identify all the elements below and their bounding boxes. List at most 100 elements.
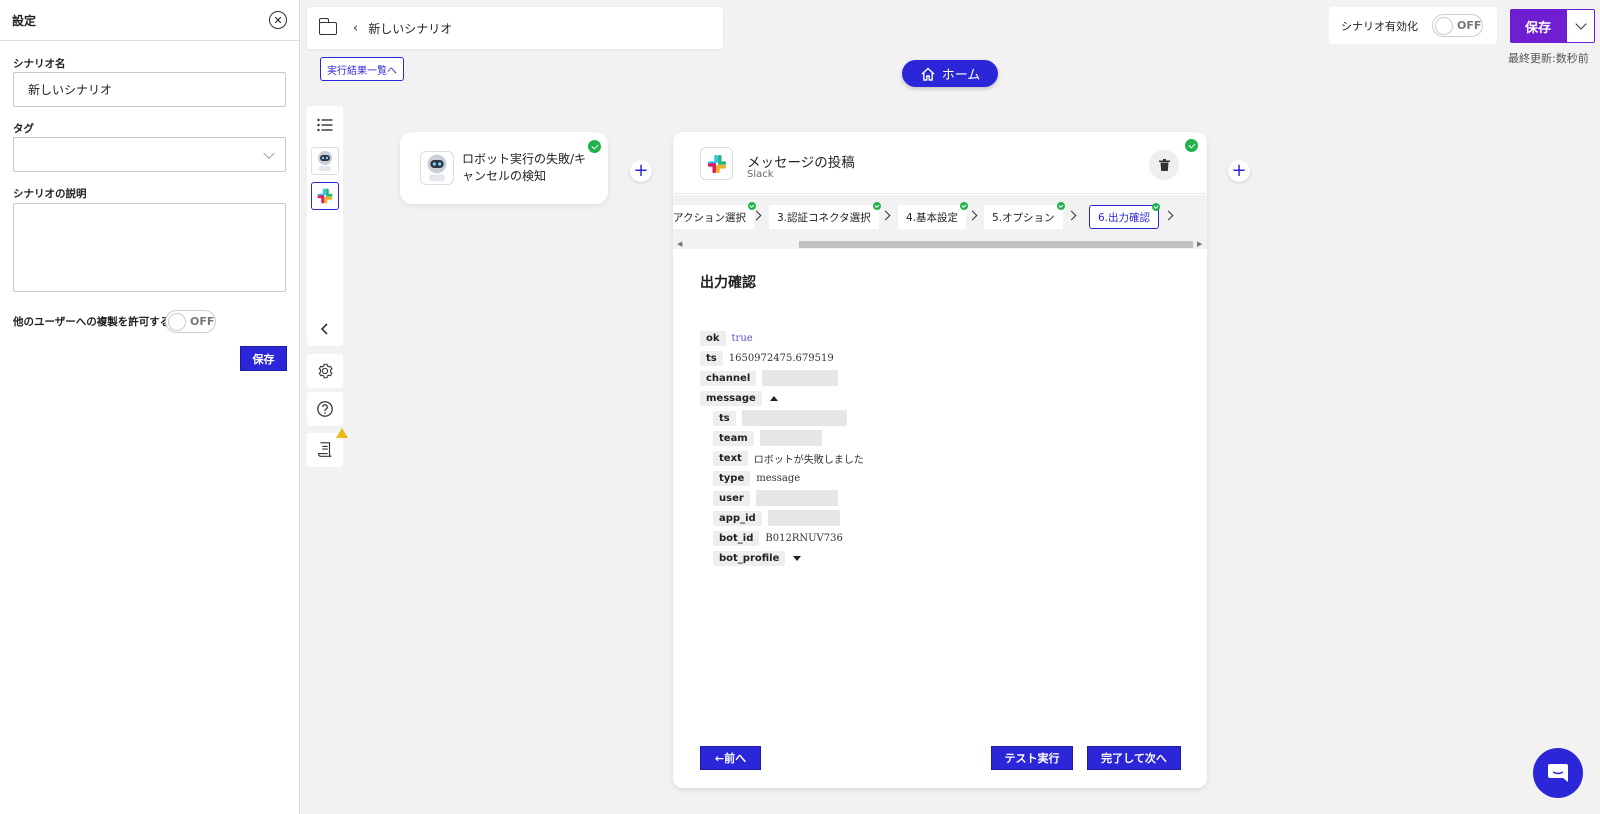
step-label: 4.基本設定 bbox=[906, 211, 959, 224]
chevron-right-icon bbox=[967, 210, 978, 221]
output-title: 出力確認 bbox=[700, 275, 756, 291]
output-key: text bbox=[713, 450, 748, 466]
chevron-down-icon bbox=[263, 147, 275, 159]
output-value: 1650972475.679519 bbox=[728, 352, 834, 364]
step-label: 5.オプション bbox=[992, 211, 1055, 224]
robot-icon-box bbox=[420, 151, 454, 185]
chevron-left-icon bbox=[320, 323, 328, 335]
scenario-enable-toggle[interactable]: OFF bbox=[1432, 14, 1483, 37]
log-button[interactable] bbox=[307, 433, 343, 467]
chat-icon bbox=[1548, 764, 1568, 782]
scenario-enable-state: OFF bbox=[1457, 19, 1482, 32]
folder-icon[interactable] bbox=[318, 17, 337, 35]
robot-icon bbox=[427, 154, 447, 182]
scrollbar-thumb[interactable] bbox=[799, 241, 1193, 248]
chevron-left-icon[interactable]: ‹ bbox=[353, 21, 358, 36]
help-icon bbox=[317, 401, 333, 417]
allow-copy-label: 他のユーザーへの複製を許可する bbox=[13, 316, 171, 328]
redacted-value bbox=[759, 430, 822, 446]
add-node-button[interactable]: + bbox=[630, 160, 652, 182]
redacted-value bbox=[741, 410, 847, 426]
step-basic-settings[interactable]: 4.基本設定 bbox=[898, 202, 969, 229]
redacted-value bbox=[762, 370, 839, 386]
scenario-breadcrumb-bar: ‹ 新しいシナリオ bbox=[307, 7, 723, 49]
finish-next-button[interactable]: 完了して次へ bbox=[1087, 746, 1181, 770]
redacted-value bbox=[767, 510, 840, 526]
close-icon: ✕ bbox=[273, 13, 283, 27]
list-view-button[interactable] bbox=[307, 108, 343, 142]
step-connector-select[interactable]: 3.認証コネクタ選択 bbox=[769, 202, 881, 229]
add-node-button[interactable]: + bbox=[1228, 160, 1250, 182]
output-key: ok bbox=[700, 330, 726, 346]
collapse-icon[interactable] bbox=[769, 395, 778, 401]
output-key: bot_id bbox=[713, 530, 760, 546]
action-service: Slack bbox=[747, 169, 774, 180]
chevron-right-icon bbox=[1066, 210, 1077, 221]
step-label: 3.認証コネクタ選択 bbox=[777, 211, 871, 224]
allow-copy-toggle[interactable]: OFF bbox=[165, 310, 216, 333]
allow-copy-toggle-state: OFF bbox=[190, 315, 215, 328]
tag-select[interactable] bbox=[13, 137, 286, 172]
output-key: app_id bbox=[713, 510, 762, 526]
scroll-left-icon[interactable]: ◀ bbox=[677, 240, 682, 248]
test-run-button[interactable]: テスト実行 bbox=[991, 746, 1073, 770]
results-list-link[interactable]: 実行結果一覧へ bbox=[320, 57, 404, 81]
delete-action-button[interactable] bbox=[1149, 150, 1179, 180]
output-key: bot_profile bbox=[713, 550, 786, 566]
prev-step-button[interactable]: ←前へ bbox=[700, 746, 761, 770]
output-row-channel: channel bbox=[700, 370, 839, 386]
check-icon bbox=[1185, 139, 1198, 152]
output-row-message-team: team bbox=[713, 430, 822, 446]
trigger-node-thumb[interactable] bbox=[311, 147, 339, 175]
top-save-button[interactable]: 保存 bbox=[1510, 9, 1566, 43]
collapse-panel-button[interactable] bbox=[307, 312, 343, 346]
output-row-message[interactable]: message bbox=[700, 390, 778, 406]
slack-node-thumb[interactable] bbox=[311, 182, 339, 210]
robot-icon bbox=[318, 151, 332, 171]
warning-icon bbox=[336, 428, 348, 438]
step-action-select[interactable]: アクション選択 bbox=[673, 202, 756, 229]
scenario-enable-box: シナリオ有効化 OFF bbox=[1329, 7, 1497, 44]
settings-title: 設定 bbox=[12, 13, 37, 28]
chevron-down-icon bbox=[1574, 18, 1587, 30]
slack-icon bbox=[707, 154, 726, 173]
home-label: ホーム bbox=[941, 68, 981, 83]
help-button[interactable] bbox=[307, 392, 343, 426]
check-icon bbox=[1056, 202, 1065, 210]
output-row-message-bot-profile[interactable]: bot_profile bbox=[713, 550, 802, 566]
scenario-title: 新しいシナリオ bbox=[368, 21, 453, 36]
check-icon bbox=[588, 140, 601, 153]
output-row-message-user: user bbox=[713, 490, 838, 506]
output-value: ロボットが失敗しました bbox=[753, 454, 864, 466]
scroll-right-icon[interactable]: ▶ bbox=[1197, 240, 1202, 248]
description-textarea[interactable] bbox=[13, 203, 286, 292]
step-output-check[interactable]: 6.出力確認 bbox=[1089, 203, 1161, 229]
settings-save-button[interactable]: 保存 bbox=[240, 346, 287, 371]
plus-icon: + bbox=[633, 160, 649, 181]
output-row-message-bot-id: bot_id B012RNUV736 bbox=[713, 530, 843, 546]
chat-launcher-button[interactable] bbox=[1533, 748, 1583, 798]
toggle-knob bbox=[1435, 16, 1453, 35]
trigger-node[interactable]: ロボット実行の失敗/キャンセルの検知 bbox=[400, 132, 608, 204]
home-button[interactable]: ホーム bbox=[902, 60, 998, 87]
scroll-log-icon bbox=[318, 442, 332, 457]
toggle-knob bbox=[168, 312, 186, 331]
check-icon bbox=[747, 202, 756, 210]
last-updated-text: 最終更新:数秒前 bbox=[1508, 52, 1589, 65]
step-navigation: アクション選択 3.認証コネクタ選択 4.基本設定 5.オプション 6.出力確認 bbox=[673, 195, 1207, 239]
output-row-ok: ok true bbox=[700, 330, 753, 346]
gear-icon bbox=[318, 363, 333, 379]
scenario-name-value: 新しいシナリオ bbox=[28, 83, 113, 97]
scenario-name-input[interactable]: 新しいシナリオ bbox=[13, 72, 286, 107]
output-key: type bbox=[713, 470, 751, 486]
save-options-dropdown[interactable] bbox=[1566, 9, 1595, 43]
step-options[interactable]: 5.オプション bbox=[984, 202, 1065, 229]
chevron-right-icon bbox=[880, 210, 891, 221]
trigger-node-label: ロボット実行の失敗/キャンセルの検知 bbox=[462, 152, 587, 183]
settings-button[interactable] bbox=[307, 354, 343, 388]
expand-icon[interactable] bbox=[793, 555, 802, 561]
close-settings-button[interactable]: ✕ bbox=[269, 11, 287, 29]
list-icon bbox=[317, 118, 333, 132]
steps-scrollbar[interactable]: ◀ ▶ bbox=[673, 239, 1207, 249]
plus-icon: + bbox=[1231, 160, 1247, 181]
